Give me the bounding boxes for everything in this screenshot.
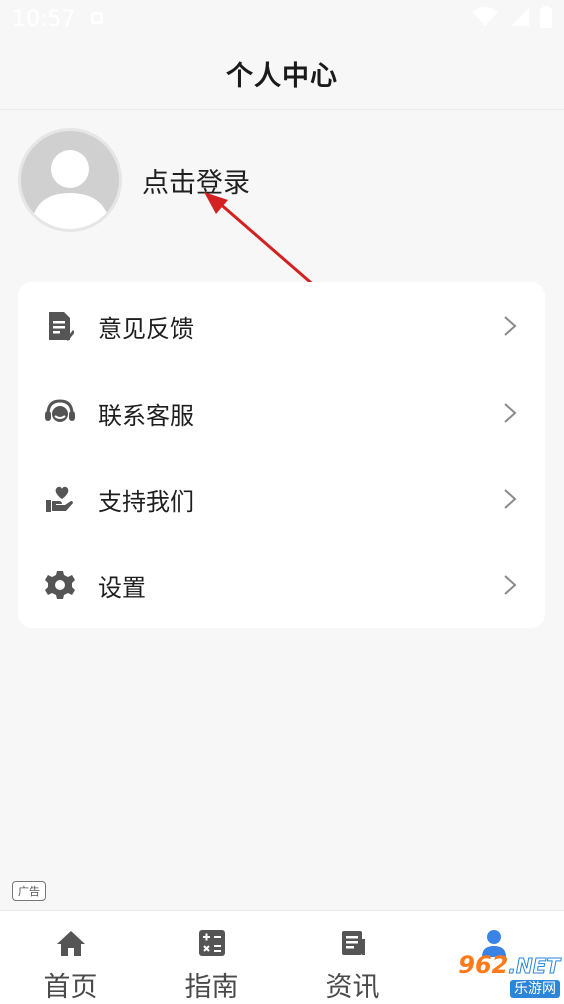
login-link[interactable]: 点击登录 [142,161,250,200]
chevron-right-icon [503,487,521,511]
menu-item-support-us[interactable]: 支持我们 [18,456,545,542]
tab-guide[interactable]: 指南 [141,911,282,1004]
signal-icon [508,7,530,31]
chevron-right-icon [503,401,521,425]
status-bar: 10:57 [0,0,564,38]
feedback-icon [44,310,76,342]
headset-icon [44,397,76,429]
menu-item-label: 支持我们 [98,487,194,516]
watermark-sub: 乐游网 [510,979,560,998]
chevron-right-icon [503,314,521,338]
avatar[interactable] [18,128,122,232]
menu-item-label: 设置 [98,573,146,602]
tab-home[interactable]: 首页 [0,911,141,1004]
profile-section[interactable]: 点击登录 [18,128,250,232]
chevron-right-icon [503,573,521,597]
news-icon [337,927,369,959]
page-title: 个人中心 [226,61,338,92]
watermark-suffix: .NET [508,953,561,978]
menu-item-settings[interactable]: 设置 [18,542,545,628]
heart-hand-icon [44,483,76,515]
status-left: 10:57 [12,7,105,32]
home-icon [55,927,87,959]
menu-item-label: 联系客服 [98,401,194,430]
tab-label: 指南 [184,972,239,1003]
status-time: 10:57 [12,6,76,32]
watermark-brand: 962.NET [458,950,561,979]
watermark-logo: 962.NET 乐游网 [426,952,560,998]
gear-icon [44,569,76,601]
header: 个人中心 [0,38,564,110]
notification-icon [89,7,105,32]
tab-label: 首页 [43,972,98,1003]
menu-item-customer-service[interactable]: 联系客服 [18,370,545,456]
status-right [472,6,552,32]
menu-item-label: 意见反馈 [98,314,194,343]
menu-card: 意见反馈 联系客服 支持我们 设置 [18,282,545,628]
calculator-icon [196,927,228,959]
user-silhouette-icon [31,150,111,229]
tab-news[interactable]: 资讯 [282,911,423,1004]
wifi-icon [472,7,498,31]
watermark-number: 962 [458,950,509,979]
ad-badge: 广告 [12,881,46,901]
battery-icon [540,6,552,32]
menu-item-feedback[interactable]: 意见反馈 [18,282,545,370]
tab-label: 资讯 [325,972,380,1003]
